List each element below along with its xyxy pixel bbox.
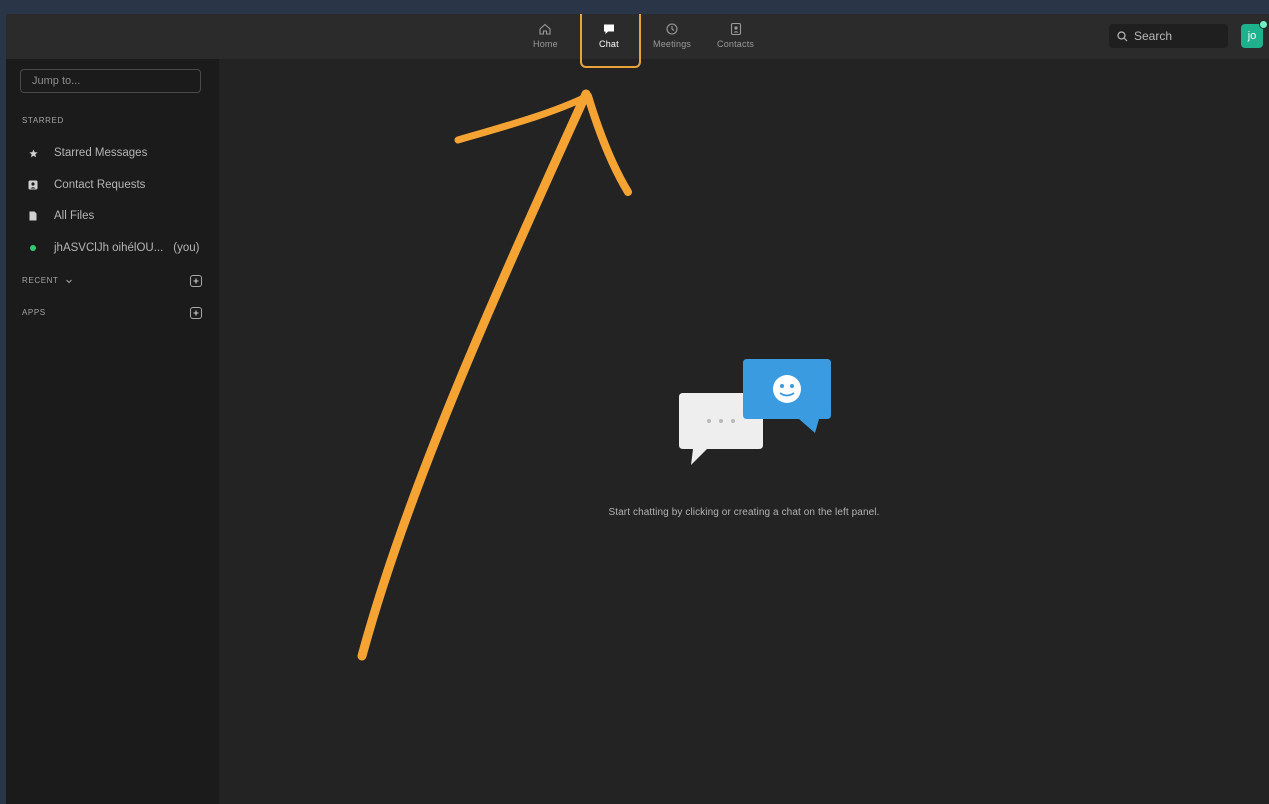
sidebar-item-all-files[interactable]: All Files [26,210,94,222]
avatar-initials: jo [1247,30,1257,42]
tab-home[interactable]: Home [533,22,558,49]
chat-bubbles-illustration [679,359,831,465]
star-icon [26,148,40,158]
recent-section-header[interactable]: RECENT [22,276,73,285]
sidebar-item-contact-requests[interactable]: Contact Requests [26,179,145,191]
search-button[interactable]: Search [1109,24,1228,48]
jump-to-placeholder: Jump to... [32,75,81,87]
search-label: Search [1134,29,1173,43]
tab-home-label: Home [533,39,558,49]
add-app-button[interactable] [190,307,202,319]
plus-icon [193,310,199,316]
empty-state-message: Start chatting by clicking or creating a… [608,507,880,518]
add-recent-button[interactable] [190,275,202,287]
sidebar-item-label: jhASVClJh oihélOU... [54,242,164,254]
tab-contacts-label: Contacts [717,39,755,49]
presence-dot-icon [26,245,40,251]
starred-header-label: STARRED [22,116,64,125]
jump-to-input[interactable]: Jump to... [20,69,201,93]
presence-indicator [1259,20,1268,29]
tab-contacts[interactable]: Contacts [717,22,754,49]
zoom-window: Home Chat Meetings Contacts Search jo Ju… [6,14,1269,804]
sidebar-item-self-chat[interactable]: jhASVClJh oihélOU... (you) [26,242,200,254]
you-suffix: (you) [173,242,200,254]
plus-icon [193,278,199,284]
recent-header-label: RECENT [22,276,59,285]
sidebar: Jump to... STARRED Starred Messages Cont… [6,59,219,804]
home-icon [539,23,551,35]
chat-empty-state: Start chatting by clicking or creating a… [219,59,1269,804]
chevron-down-icon [65,279,72,283]
search-icon [1117,30,1128,41]
clock-icon [666,23,678,35]
tab-meetings-label: Meetings [653,39,692,49]
contact-card-icon [26,180,40,190]
contacts-icon [730,22,741,36]
sidebar-item-label: Contact Requests [54,179,146,191]
tab-meetings[interactable]: Meetings [653,22,691,49]
file-icon [26,211,40,221]
starred-section-header[interactable]: STARRED [22,116,64,125]
apps-header-label: APPS [22,308,46,317]
sidebar-item-label: All Files [54,210,95,222]
apps-section-header[interactable]: APPS [22,308,46,317]
sidebar-item-starred-messages[interactable]: Starred Messages [26,147,147,159]
sidebar-item-label: Starred Messages [54,147,148,159]
